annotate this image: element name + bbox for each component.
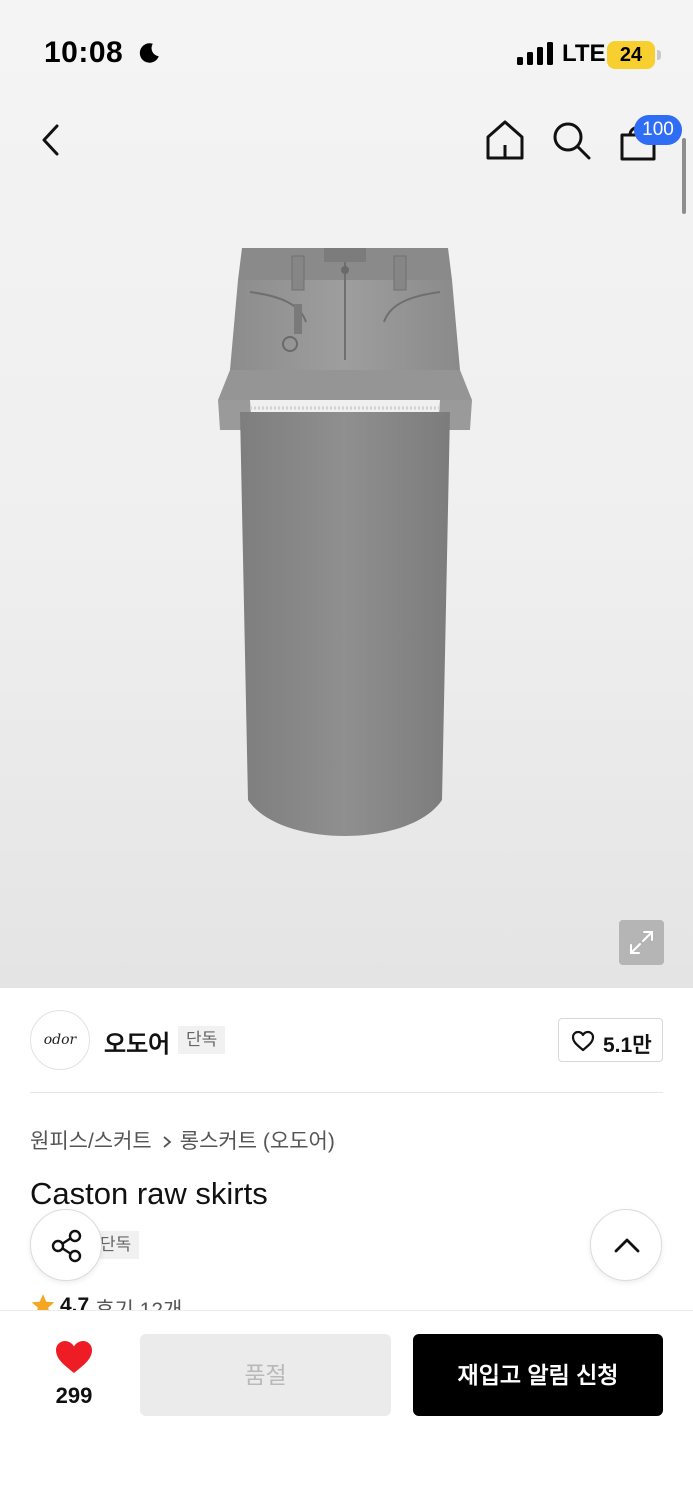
divider bbox=[30, 1092, 663, 1093]
brand-name[interactable]: 오도어 bbox=[104, 1024, 170, 1059]
brand-like-button[interactable]: 5.1만 bbox=[558, 1018, 663, 1062]
brand-row: odor 오도어 단독 5.1만 bbox=[30, 1010, 663, 1070]
wish-count: 299 bbox=[55, 1383, 93, 1408]
soldout-button[interactable]: 품절 bbox=[140, 1334, 391, 1416]
chevron-up-icon bbox=[614, 1238, 640, 1253]
network-label: LTE bbox=[562, 40, 606, 67]
expand-icon[interactable] bbox=[619, 920, 664, 965]
scrollbar-thumb[interactable] bbox=[682, 138, 686, 214]
breadcrumb-subcategory[interactable]: 롱스커트 (오도어) bbox=[180, 1130, 335, 1153]
back-icon[interactable] bbox=[30, 118, 74, 162]
share-button[interactable] bbox=[30, 1209, 102, 1281]
status-time: 10:08 bbox=[44, 36, 124, 69]
breadcrumb: 원피스/스커트 롱스커트 (오도어) bbox=[30, 1125, 335, 1155]
wish-button[interactable]: 299 bbox=[40, 1339, 108, 1409]
search-icon[interactable] bbox=[548, 117, 594, 163]
bottom-action-bar: 299 품절 재입고 알림 신청 bbox=[0, 1310, 693, 1500]
heart-outline-icon bbox=[571, 1030, 595, 1052]
signal-icon bbox=[517, 42, 553, 65]
brand-logo[interactable]: odor bbox=[30, 1010, 90, 1070]
breadcrumb-category[interactable]: 원피스/스커트 bbox=[30, 1130, 152, 1153]
star-icon bbox=[31, 1294, 55, 1312]
share-icon bbox=[51, 1229, 82, 1263]
battery-indicator: 24 bbox=[607, 41, 655, 69]
status-bar: 10:08 LTE 24 bbox=[0, 0, 693, 100]
brand-like-count: 5.1만 bbox=[603, 1034, 652, 1057]
rating-row[interactable]: 4.7 후기 12개 bbox=[30, 1290, 182, 1312]
battery-nub bbox=[657, 50, 661, 60]
home-icon[interactable] bbox=[482, 117, 528, 163]
product-image[interactable] bbox=[210, 240, 480, 860]
exclusive-badge: 단독 bbox=[178, 1026, 226, 1054]
product-title: Caston raw skirts bbox=[30, 1176, 268, 1211]
restock-alert-button[interactable]: 재입고 알림 신청 bbox=[413, 1334, 663, 1416]
moon-icon bbox=[139, 43, 159, 63]
chevron-right-icon bbox=[163, 1136, 172, 1149]
scroll-top-button[interactable] bbox=[590, 1209, 662, 1281]
heart-filled-icon bbox=[56, 1341, 92, 1373]
cart-count-badge: 100 bbox=[634, 115, 682, 145]
